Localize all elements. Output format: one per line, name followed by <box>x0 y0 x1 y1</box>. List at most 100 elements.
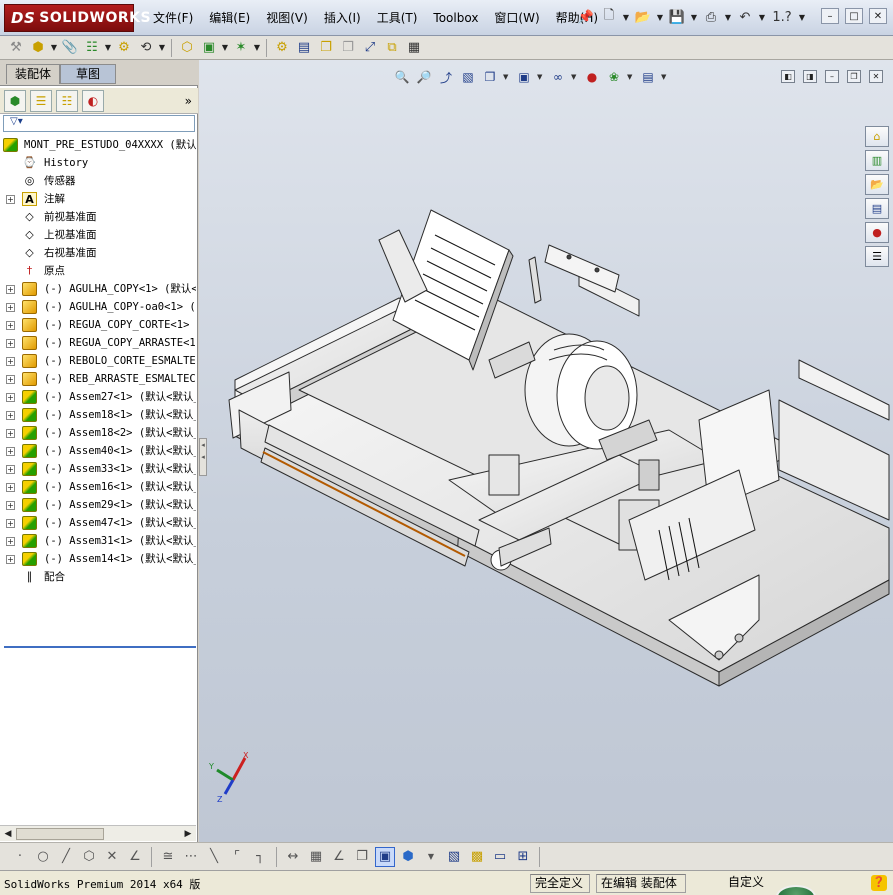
bill-of-materials-icon[interactable]: ▤ <box>294 38 314 58</box>
property-manager-icon[interactable]: ☰ <box>30 89 52 112</box>
corner-rectangle-icon[interactable]: ⌜ <box>227 847 247 867</box>
menu-window[interactable]: 窗口(W) <box>486 9 547 27</box>
show-hidden-icon[interactable]: ⬡ <box>177 38 197 58</box>
expand-toggle-icon[interactable]: + <box>6 321 15 330</box>
shaded-cube-icon[interactable]: ⬢ <box>398 847 418 867</box>
expand-toggle-icon[interactable]: + <box>6 285 15 294</box>
expand-toggle-icon[interactable]: + <box>6 375 15 384</box>
angle-icon[interactable]: ∠ <box>329 847 349 867</box>
restore-icon[interactable]: □ <box>845 8 863 24</box>
edit-component-icon[interactable]: ⚒ <box>6 38 26 58</box>
expand-toggle-icon[interactable]: + <box>6 357 15 366</box>
close-icon[interactable]: ✕ <box>869 8 887 24</box>
reference-dropdown[interactable]: ▼ <box>253 38 261 58</box>
apply-scene-icon[interactable]: ❀ <box>605 68 623 86</box>
expand-toggle-icon[interactable]: + <box>6 537 15 546</box>
pin-icon[interactable]: 📌 <box>576 7 596 27</box>
view-orientation-dropdown[interactable]: ▼ <box>503 73 511 81</box>
view-palette-icon[interactable]: ▤ <box>865 198 889 219</box>
four-view-icon[interactable]: ⊞ <box>513 847 533 867</box>
tree-item[interactable]: ◎ 传感器 <box>0 172 196 190</box>
view-settings-dropdown[interactable]: ▼ <box>661 73 669 81</box>
single-view-icon[interactable]: ▭ <box>490 847 510 867</box>
view-orientation-icon[interactable]: ❐ <box>481 68 499 86</box>
insert-component-dropdown[interactable]: ▼ <box>50 38 58 58</box>
color-cube-icon[interactable]: ▩ <box>467 847 487 867</box>
appearances-icon[interactable]: ● <box>865 222 889 243</box>
open-folder-icon[interactable]: 📂 <box>633 7 653 27</box>
zoom-to-fit-icon[interactable]: 🔍 <box>393 68 411 86</box>
expand-toggle-icon[interactable]: + <box>6 393 15 402</box>
tree-item[interactable]: + (-) Assem40<1> (默认<默认_ <box>0 442 196 460</box>
viewport-minimize-icon[interactable]: – <box>825 70 839 83</box>
display-style-icon[interactable]: ▣ <box>515 68 533 86</box>
clearance-verification-icon[interactable]: ⧉ <box>382 38 402 58</box>
tree-root-assembly[interactable]: MONT_PRE_ESTUDO_04XXXX (默认< <box>0 136 196 154</box>
panel-collapse-handle[interactable]: ◂ ◂ <box>199 438 207 476</box>
file-explorer-icon[interactable]: 📂 <box>865 174 889 195</box>
tree-item[interactable]: ⌚ History <box>0 154 196 172</box>
expand-toggle-icon[interactable]: + <box>6 429 15 438</box>
mirror-icon[interactable]: ⋯ <box>181 847 201 867</box>
save-dropdown[interactable]: ▼ <box>690 7 698 27</box>
quick-tips-icon[interactable]: ❓ <box>871 875 887 891</box>
hide-show-dropdown[interactable]: ▼ <box>571 73 579 81</box>
tree-item[interactable]: + (-) AGULHA_COPY<1> (默认< <box>0 280 196 298</box>
grid-icon[interactable]: ▦ <box>306 847 326 867</box>
expand-toggle-icon[interactable]: + <box>6 501 15 510</box>
construction-geometry-icon[interactable]: ┐ <box>250 847 270 867</box>
smart-dimension-icon[interactable]: ↔ <box>283 847 303 867</box>
move-component-icon[interactable]: ⟲ <box>136 38 156 58</box>
shaded-edges-icon[interactable]: ▣ <box>375 846 395 867</box>
save-icon[interactable]: 💾 <box>667 7 687 27</box>
menu-insert[interactable]: 插入(I) <box>316 9 369 27</box>
section-view-icon[interactable]: ▧ <box>459 68 477 86</box>
new-dropdown[interactable]: ▼ <box>622 7 630 27</box>
interference-detection-icon[interactable]: ⤢ <box>360 38 380 58</box>
tree-item[interactable]: † 原点 <box>0 262 196 280</box>
display-style-dropdown[interactable]: ▼ <box>537 73 545 81</box>
undo-icon[interactable]: ↶ <box>735 7 755 27</box>
horizontal-scrollbar[interactable]: ◀ ▶ <box>0 825 196 841</box>
new-document-icon[interactable]: 🗋 <box>599 7 619 27</box>
menu-tools[interactable]: 工具(T) <box>369 9 426 27</box>
offset-icon[interactable]: ≅ <box>158 847 178 867</box>
edit-appearance-icon[interactable]: ● <box>583 68 601 86</box>
expand-toggle-icon[interactable]: + <box>6 555 15 564</box>
scroll-right-icon[interactable]: ▶ <box>181 827 195 841</box>
reference-geometry-icon[interactable]: ✶ <box>231 38 251 58</box>
assembly-model[interactable] <box>199 60 893 842</box>
extend-icon[interactable]: ∠ <box>125 847 145 867</box>
tree-item[interactable]: ◇ 前视基准面 <box>0 208 196 226</box>
tree-item[interactable]: + (-) AGULHA_COPY-oa0<1> (默 <box>0 298 196 316</box>
assembly-features-icon[interactable]: ▣ <box>199 38 219 58</box>
tree-item[interactable]: + (-) REB_ARRASTE_ESMALTEC< <box>0 370 196 388</box>
solidworks-logo[interactable]: DS SOLIDWORKS <box>4 4 151 32</box>
display-manager-icon[interactable]: ◐ <box>82 89 104 112</box>
hide-show-items-icon[interactable]: ∞ <box>549 68 567 86</box>
tree-item[interactable]: + (-) Assem29<1> (默认<默认_ <box>0 496 196 514</box>
expand-toggle-icon[interactable]: + <box>6 303 15 312</box>
expand-toggle-icon[interactable]: + <box>6 447 15 456</box>
display-dropdown[interactable]: ▼ <box>421 847 441 867</box>
line-icon[interactable]: ╱ <box>56 847 76 867</box>
exploded-view-icon[interactable]: ❐ <box>316 38 336 58</box>
insert-component-icon[interactable]: ⬢ <box>28 38 48 58</box>
3d-box-icon[interactable]: ❐ <box>352 847 372 867</box>
tree-item[interactable]: + (-) Assem16<1> (默认<默认_ <box>0 478 196 496</box>
section-icon[interactable]: ▧ <box>444 847 464 867</box>
scroll-left-icon[interactable]: ◀ <box>1 827 15 841</box>
expand-toggle-icon[interactable]: + <box>6 195 15 204</box>
expand-toggle-icon[interactable]: + <box>6 519 15 528</box>
new-motion-study-icon[interactable]: ⚙ <box>272 38 292 58</box>
online-globe-icon[interactable] <box>776 885 816 895</box>
tree-item[interactable]: + (-) REBOLO_CORTE_ESMALTEC <box>0 352 196 370</box>
menu-toolbox[interactable]: Toolbox <box>425 9 486 27</box>
trim-icon[interactable]: ✕ <box>102 847 122 867</box>
smart-fasteners-icon[interactable]: ⚙ <box>114 38 134 58</box>
solidworks-resources-icon[interactable]: ⌂ <box>865 126 889 147</box>
mate-icon[interactable]: 📎 <box>60 38 80 58</box>
expand-toggle-icon[interactable]: + <box>6 465 15 474</box>
tree-item[interactable]: + (-) Assem47<1> (默认<默认_ <box>0 514 196 532</box>
print-dropdown[interactable]: ▼ <box>724 7 732 27</box>
